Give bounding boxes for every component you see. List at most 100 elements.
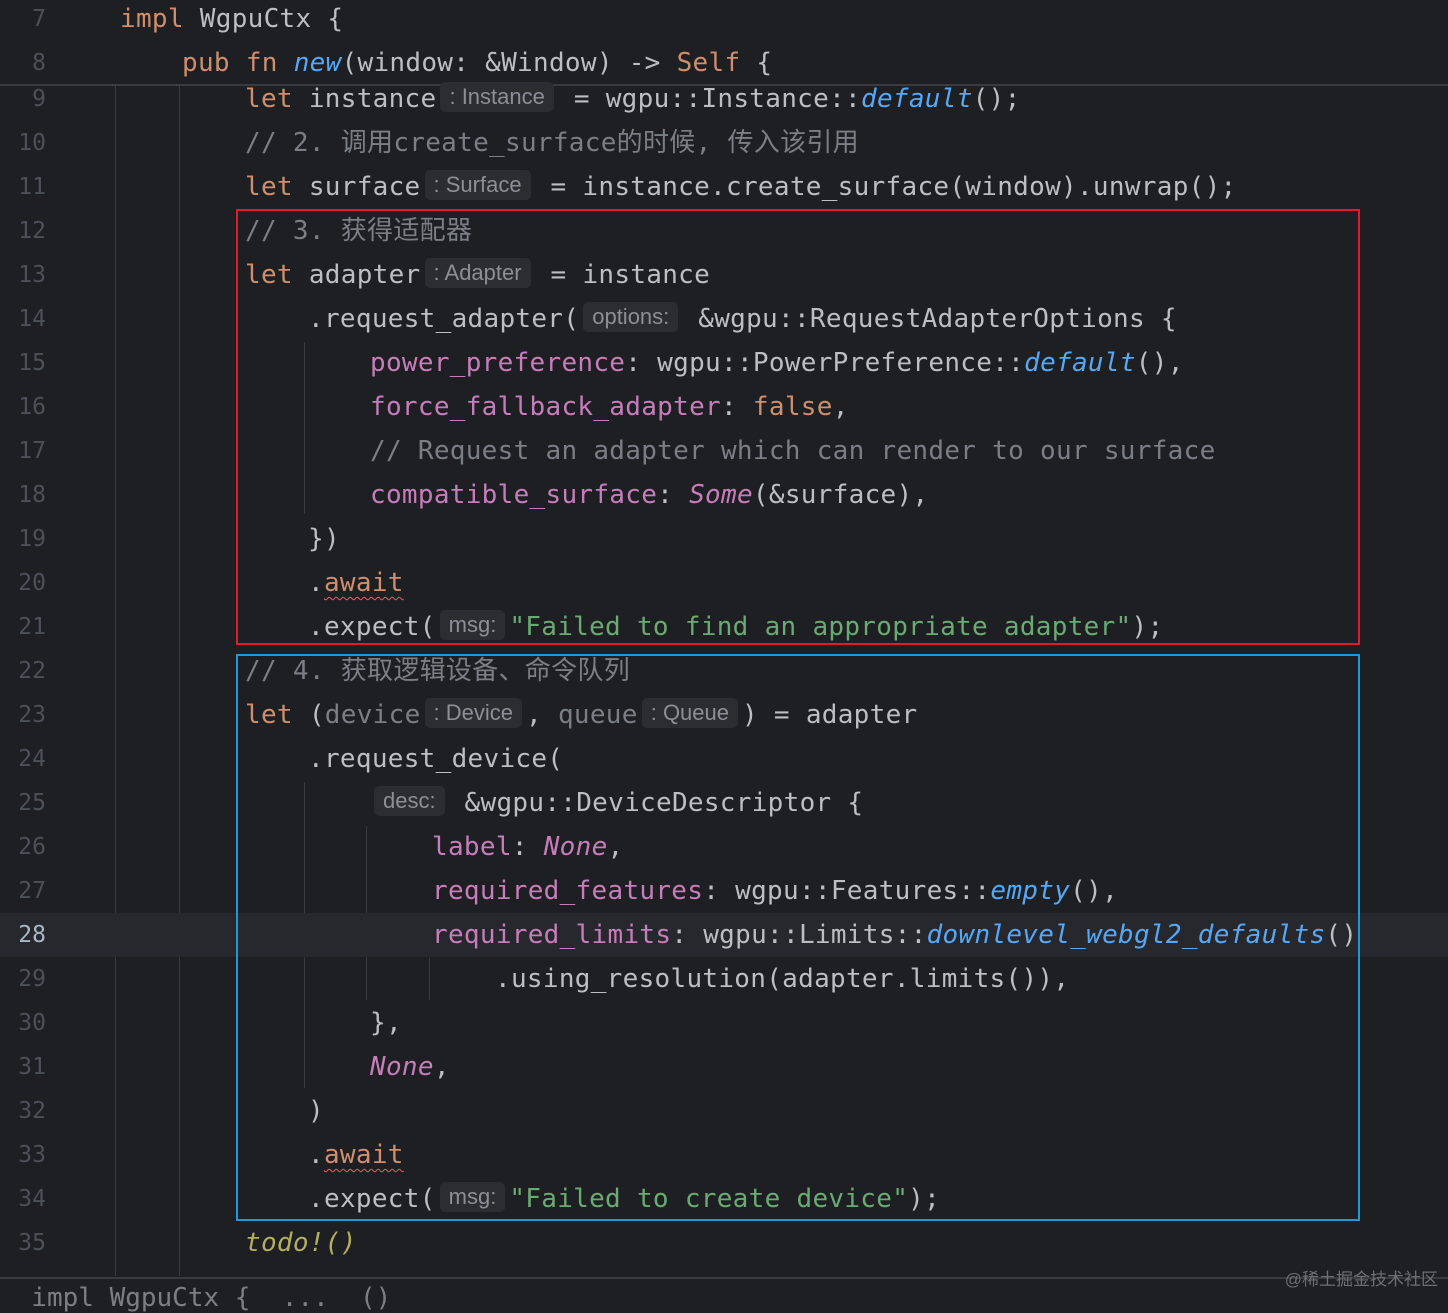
keyword: false: [752, 392, 833, 422]
code-line[interactable]: 35 todo!(): [0, 1221, 1448, 1265]
param-hint: desc:: [374, 785, 445, 816]
code-line[interactable]: 23 let (device: Device, queue: Queue) = …: [0, 693, 1448, 737]
text: (window: &Window) ->: [341, 48, 677, 78]
function-name: default: [1024, 348, 1136, 378]
code-line[interactable]: 33 .await: [0, 1133, 1448, 1177]
comment: // 4. 获取逻辑设备、命令队列: [245, 656, 631, 686]
code-line[interactable]: 19 }): [0, 517, 1448, 561]
line-number: 35: [18, 1230, 46, 1256]
code-line[interactable]: 18 compatible_surface: Some(&surface),: [0, 473, 1448, 517]
function-name: new: [293, 48, 342, 78]
text: );: [1131, 612, 1164, 642]
text: (&surface),: [752, 480, 929, 510]
current-code-line[interactable]: 28 required_limits: wgpu::Limits::downle…: [0, 913, 1448, 957]
comment: // 2. 调用create_surface的时候, 传入该引用: [245, 128, 859, 158]
line-number: 27: [18, 878, 46, 904]
enum-variant: None: [543, 832, 608, 862]
type-hint: : Surface: [424, 169, 531, 200]
code-line[interactable]: 15 power_preference: wgpu::PowerPreferen…: [0, 341, 1448, 385]
line-code: .expect(msg: "Failed to create device");: [308, 1177, 940, 1221]
line-code: None,: [370, 1045, 450, 1089]
code-line[interactable]: 17 // Request an adapter which can rende…: [0, 429, 1448, 473]
code-line[interactable]: 32 ): [0, 1089, 1448, 1133]
text: .expect(: [308, 612, 436, 642]
field-name: label: [432, 832, 512, 862]
param-hint: options:: [583, 301, 679, 332]
line-number: 29: [18, 966, 46, 992]
line-number: 17: [18, 438, 46, 464]
text: .request_adapter(: [308, 304, 580, 334]
text: : wgpu::Features::: [703, 876, 991, 906]
line-number: 28: [18, 922, 46, 948]
line-code: force_fallback_adapter: false,: [370, 385, 849, 429]
code-line[interactable]: 16 force_fallback_adapter: false,: [0, 385, 1448, 429]
line-number: 32: [18, 1098, 46, 1124]
code-line[interactable]: 34 .expect(msg: "Failed to create device"…: [0, 1177, 1448, 1221]
code-line[interactable]: 11 let surface: Surface = instance.creat…: [0, 165, 1448, 209]
type-hint: : Queue: [641, 697, 738, 728]
code-line[interactable]: 14 .request_adapter(options: &wgpu::Requ…: [0, 297, 1448, 341]
line-number: 18: [18, 482, 46, 508]
string-literal: "Failed to find an appropriate adapter": [509, 612, 1132, 642]
enum-variant: Some: [689, 480, 753, 510]
code-line[interactable]: 24 .request_device(: [0, 737, 1448, 781]
keyword: let: [245, 84, 309, 114]
keyword: let: [245, 700, 309, 730]
code-line[interactable]: 25 desc: &wgpu::DeviceDescriptor {: [0, 781, 1448, 825]
code-line[interactable]: 27 required_features: wgpu::Features::em…: [0, 869, 1448, 913]
line-number: 15: [18, 350, 46, 376]
code-line[interactable]: 30 },: [0, 1001, 1448, 1045]
keyword: Self: [676, 48, 741, 78]
text: ,: [832, 392, 849, 422]
text: {: [740, 48, 773, 78]
line-number: 26: [18, 834, 46, 860]
field-name: power_preference: [370, 348, 626, 378]
line-number: 11: [18, 174, 46, 200]
string-literal: "Failed to create device": [509, 1184, 909, 1214]
line-code: }): [308, 524, 340, 554]
keyword: await: [323, 1140, 404, 1170]
line-code: .expect(msg: "Failed to find an appropria…: [308, 605, 1163, 649]
line-number: 7: [32, 6, 46, 32]
line-number: 19: [18, 526, 46, 552]
code-line[interactable]: 29 .using_resolution(adapter.limits()),: [0, 957, 1448, 1001]
field-name: compatible_surface: [370, 480, 658, 510]
keyword: let: [245, 172, 309, 202]
line-number: 10: [18, 130, 46, 156]
line-number: 31: [18, 1054, 46, 1080]
code-line[interactable]: 22 // 4. 获取逻辑设备、命令队列: [0, 649, 1448, 693]
code-editor[interactable]: 7 impl WgpuCtx { 8 pub fn new(window: &W…: [0, 0, 1448, 1311]
text: .expect(: [308, 1184, 436, 1214]
text: : wgpu::PowerPreference::: [625, 348, 1025, 378]
line-code: let (device: Device, queue: Queue) = ada…: [245, 693, 918, 737]
code-line[interactable]: 20 .await: [0, 561, 1448, 605]
line-code: ): [308, 1096, 324, 1126]
code-line[interactable]: 9 let instance: Instance = wgpu::Instanc…: [0, 77, 1448, 121]
code-line[interactable]: 7 impl WgpuCtx {: [0, 0, 1448, 41]
keyword: pub fn: [182, 48, 294, 78]
line-number: 13: [18, 262, 46, 288]
code-line[interactable]: 31 None,: [0, 1045, 1448, 1089]
function-name: empty: [990, 876, 1071, 906]
field-name: required_limits: [432, 920, 672, 950]
code-line[interactable]: 13 let adapter: Adapter = instance: [0, 253, 1448, 297]
code-line[interactable]: 21 .expect(msg: "Failed to find an approp…: [0, 605, 1448, 649]
text: &wgpu::RequestAdapterOptions {: [682, 304, 1177, 334]
text: :: [720, 392, 753, 422]
comment: // 3. 获得适配器: [245, 216, 473, 246]
line-number: 34: [18, 1186, 46, 1212]
text: );: [908, 1184, 941, 1214]
code-line[interactable]: 26 label: None,: [0, 825, 1448, 869]
text: WgpuCtx {: [199, 4, 344, 34]
code-line[interactable]: 10 // 2. 调用create_surface的时候, 传入该引用: [0, 121, 1448, 165]
line-code: },: [370, 1008, 402, 1038]
text: instance: [308, 84, 437, 114]
text: (): [1325, 920, 1358, 950]
text: adapter: [308, 260, 421, 290]
unused-variable: device: [324, 700, 421, 730]
code-line[interactable]: 12 // 3. 获得适配器: [0, 209, 1448, 253]
unused-variable: queue: [557, 700, 638, 730]
type-hint: : Instance: [440, 81, 554, 112]
text: ();: [972, 84, 1021, 114]
line-number: 21: [18, 614, 46, 640]
